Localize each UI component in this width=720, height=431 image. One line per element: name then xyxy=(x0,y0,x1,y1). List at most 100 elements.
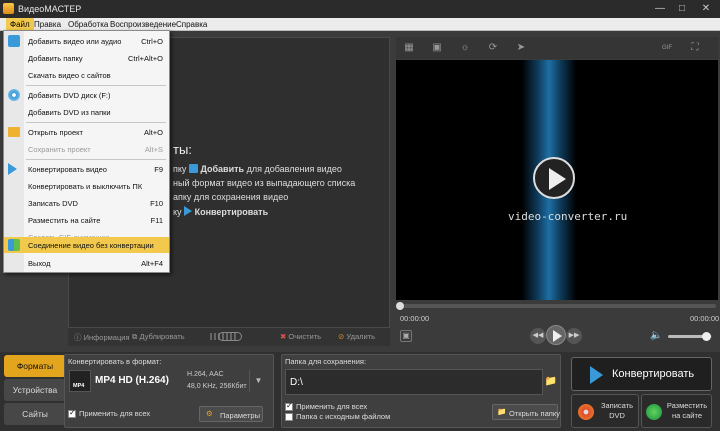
format-dropdown-button[interactable]: ▼ xyxy=(249,370,267,392)
add-video-icon xyxy=(8,35,20,47)
seek-handle[interactable] xyxy=(396,302,404,310)
menu-item-add-dvd[interactable]: Добавить DVD диск (F:) xyxy=(4,87,169,103)
menu-item-join-video[interactable]: Соединение видео без конвертации xyxy=(4,237,169,253)
volume-icon[interactable]: 🔈 xyxy=(650,330,662,341)
seek-bar[interactable] xyxy=(396,302,716,310)
duplicate-button[interactable]: ⧉ Дублировать xyxy=(132,332,185,346)
play-icon xyxy=(8,163,17,175)
menu-item-add-dvd-folder[interactable]: Добавить DVD из папки xyxy=(4,104,169,120)
save-panel: Папка для сохранения: D:\ 📁 Применить дл… xyxy=(281,354,561,428)
play-button[interactable] xyxy=(546,325,566,345)
effects-icon[interactable]: ▣ xyxy=(430,41,444,55)
rotate-icon[interactable]: ⟳ xyxy=(486,41,500,55)
speed-icon[interactable]: ➤ xyxy=(514,41,528,55)
menu-item-add-video[interactable]: Добавить видео или аудио Ctrl+O xyxy=(4,33,169,49)
join-icon xyxy=(8,239,20,251)
video-preview[interactable]: video-converter.ru xyxy=(396,60,718,300)
add-icon xyxy=(188,164,198,173)
burn-dvd-button[interactable]: Записать DVD xyxy=(571,394,639,428)
tab-devices[interactable]: Устройства xyxy=(4,379,66,401)
file-menu-dropdown: Добавить видео или аудио Ctrl+O Добавить … xyxy=(3,30,170,273)
app-logo-icon xyxy=(3,3,14,14)
time-current: 00:00:00 xyxy=(400,314,430,323)
format-panel: Конвертировать в формат: MP4 MP4 HD (H.2… xyxy=(64,354,274,428)
format-apply-all-label: Применить для всех xyxy=(79,409,151,418)
folder-icon: 📁 xyxy=(497,407,507,416)
volume-handle[interactable] xyxy=(702,332,711,341)
video-watermark: video-converter.ru xyxy=(508,210,628,223)
info-icon: ⓘ xyxy=(74,333,82,342)
menu-separator xyxy=(26,122,166,123)
minimize-button[interactable]: — xyxy=(650,2,670,16)
menu-help[interactable]: Справка xyxy=(172,18,211,31)
convert-icon xyxy=(184,206,193,216)
open-folder-button[interactable]: 📁 Открыть папку xyxy=(492,404,560,420)
menu-item-download-video[interactable]: Скачать видео с сайтов xyxy=(4,67,169,83)
convert-arrow-icon xyxy=(590,366,603,384)
save-apply-all-checkbox[interactable] xyxy=(285,401,293,411)
publish-button[interactable]: Разместить на сайте xyxy=(641,394,712,428)
view-switch[interactable] xyxy=(218,332,242,341)
save-path-field[interactable]: D:\ xyxy=(285,369,543,395)
play-small-icon xyxy=(553,330,562,342)
fullscreen-icon[interactable]: ⛶ xyxy=(688,41,702,55)
close-button[interactable]: ✕ xyxy=(696,2,716,16)
globe-upload-icon xyxy=(646,404,662,420)
time-total: 00:00:00 xyxy=(690,314,720,323)
format-audio: 48,0 KHz, 256Кбит xyxy=(187,383,247,390)
gear-icon: ⚙ xyxy=(206,409,213,418)
format-apply-all-checkbox[interactable] xyxy=(68,408,76,418)
browse-folder-icon[interactable]: 📁 xyxy=(544,369,558,395)
menu-item-burn-dvd[interactable]: Записать DVD F10 xyxy=(4,195,169,211)
format-thumbnail: MP4 xyxy=(69,370,91,392)
clear-button[interactable]: ✖ Очистить xyxy=(280,332,321,346)
menu-item-publish[interactable]: Разместить на сайте F11 xyxy=(4,212,169,228)
play-icon xyxy=(549,168,566,190)
window-title: ВидеоМАСТЕР xyxy=(18,4,82,14)
volume-slider[interactable] xyxy=(668,332,712,341)
dvd-icon xyxy=(8,89,20,101)
copy-icon: ⧉ xyxy=(132,332,138,341)
player-toolbar: ▦ ▣ ☼ ⟳ ➤ GIF ⛶ xyxy=(396,37,718,59)
save-path-value: D:\ xyxy=(290,377,303,388)
delete-button[interactable]: ⊘ Удалить xyxy=(338,332,375,346)
hint-line-1: пку Добавить для добавления видео xyxy=(173,164,342,174)
brightness-icon[interactable]: ☼ xyxy=(458,41,472,55)
format-name[interactable]: MP4 HD (H.264) xyxy=(95,375,169,386)
menu-item-add-folder[interactable]: Добавить папку Ctrl+Alt+O xyxy=(4,50,169,66)
list-toolbar: ⓘ Информация ⧉ Дублировать ✖ Очистить ⊘ … xyxy=(68,328,390,346)
menu-item-convert-video[interactable]: Конвертировать видео F9 xyxy=(4,161,169,177)
tab-formats[interactable]: Форматы xyxy=(4,355,66,377)
volume-fill xyxy=(668,335,704,338)
info-button[interactable]: ⓘ Информация xyxy=(74,332,130,346)
maximize-button[interactable]: □ xyxy=(672,2,692,16)
save-panel-label: Папка для сохранения: xyxy=(285,357,367,366)
menu-item-save-project: Сохранить проект Alt+S xyxy=(28,145,163,154)
delete-icon: ⊘ xyxy=(338,332,345,341)
crop-icon[interactable]: ▦ xyxy=(402,41,416,55)
prev-button[interactable]: ◀◀ xyxy=(530,328,546,344)
title-bar: ВидеоМАСТЕР — □ ✕ xyxy=(0,0,720,18)
hint-line-2: ный формат видео из выпадающего списка xyxy=(173,178,356,188)
play-overlay-button[interactable] xyxy=(533,157,575,199)
snapshot-icon[interactable]: ▣ xyxy=(400,330,412,342)
tab-sites[interactable]: Сайты xyxy=(4,403,66,425)
menu-item-convert-shutdown[interactable]: Конвертировать и выключить ПК xyxy=(4,178,169,194)
convert-button[interactable]: Конвертировать xyxy=(571,357,712,391)
source-folder-checkbox[interactable] xyxy=(285,413,293,421)
clear-icon: ✖ xyxy=(280,332,287,341)
hint-line-4: ку Конвертировать xyxy=(173,206,269,217)
params-button[interactable]: ⚙ Параметры xyxy=(199,406,263,422)
dvd-icon xyxy=(578,404,594,420)
next-button[interactable]: ▶▶ xyxy=(566,328,582,344)
hint-heading: ты: xyxy=(173,142,192,157)
format-badge: MP4 xyxy=(73,383,85,389)
menu-item-exit[interactable]: Выход Alt+F4 xyxy=(4,255,169,271)
bottom-panel: Форматы Устройства Сайты Конвертировать … xyxy=(0,352,720,431)
menu-item-open-project[interactable]: Открыть проект Alt+O xyxy=(4,124,169,140)
source-folder-label: Папка с исходным файлом xyxy=(296,412,391,421)
hint-line-3: апку для сохранения видео xyxy=(173,192,289,202)
format-codec: H.264, AAC xyxy=(187,371,224,378)
gif-icon[interactable]: GIF xyxy=(660,41,674,55)
menu-separator xyxy=(26,85,166,86)
